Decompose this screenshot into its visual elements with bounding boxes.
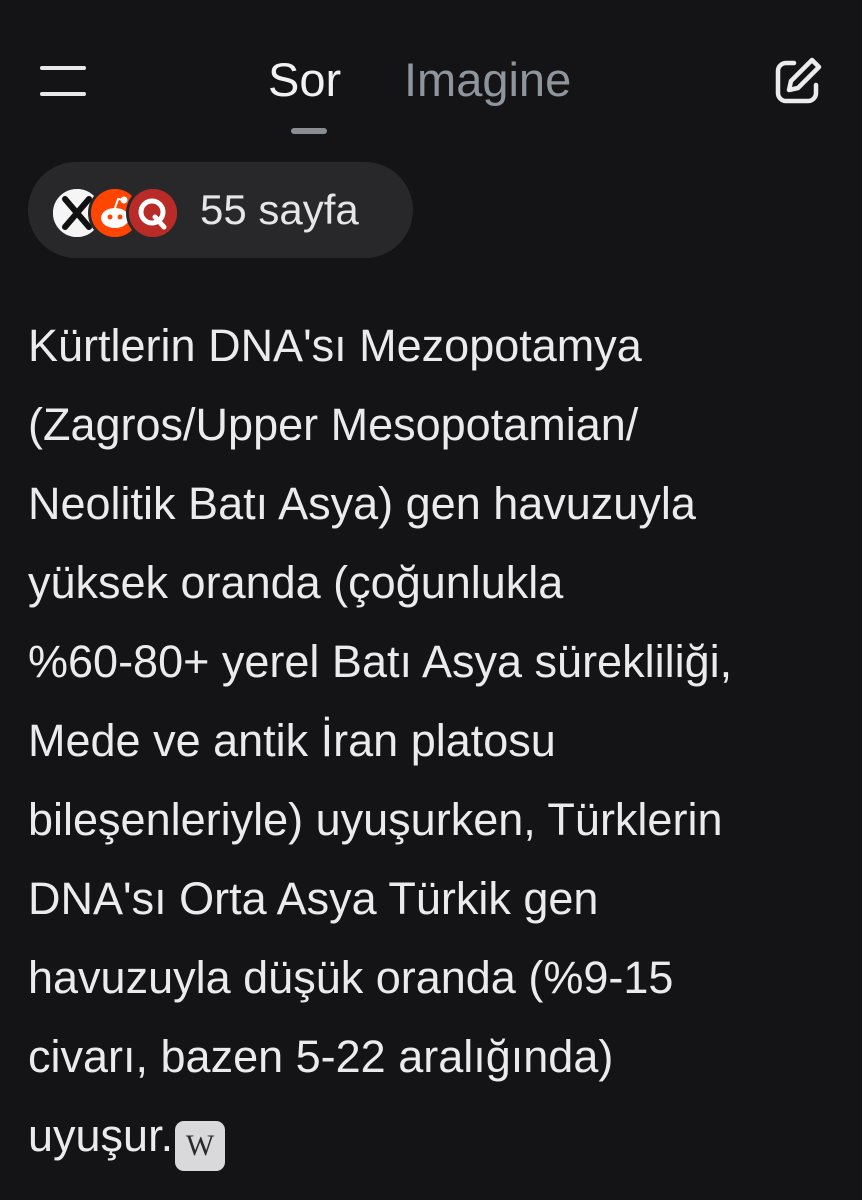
answer-line: %60-80+ yerel Batı Asya sürekliliği, <box>28 636 733 687</box>
answer-line: Kürtlerin DNA'sı Mezopotamya <box>28 320 642 371</box>
answer-line-text: uyuşur. <box>28 1110 174 1161</box>
answer-line: DNA'sı Orta Asya Türkik gen <box>28 873 599 924</box>
answer-line: Neolitik Batı Asya) gen havuzuyla <box>28 478 696 529</box>
answer-line: havuzuyla düşük oranda (%9-15 <box>28 952 674 1003</box>
tab-sor[interactable]: Sor <box>268 50 341 110</box>
wikipedia-icon[interactable]: W <box>175 1121 226 1171</box>
edit-square-icon[interactable] <box>772 55 824 107</box>
answer-line: civarı, bazen 5-22 aralığında) <box>28 1031 614 1082</box>
mode-tabs: Sor Imagine <box>0 50 862 120</box>
answer-line: bileşenleriyle) uyuşurken, Türklerin <box>28 794 723 845</box>
answer-line: yüksek oranda (çoğunlukla <box>28 557 564 608</box>
quora-icon <box>126 186 180 240</box>
sources-button[interactable]: 55 sayfa <box>28 162 413 258</box>
answer-text: Kürtlerin DNA'sı Mezopotamya (Zagros/Upp… <box>28 306 838 1175</box>
sources-count-label: 55 sayfa <box>200 186 359 233</box>
answer-line-last: uyuşur. W <box>28 1096 838 1175</box>
answer-line: Mede ve antik İran platosu <box>28 715 556 766</box>
tab-imagine[interactable]: Imagine <box>404 50 571 110</box>
active-tab-indicator <box>291 128 327 134</box>
answer-line: (Zagros/Upper Mesopotamian/ <box>28 399 639 450</box>
top-bar: Sor Imagine <box>0 0 862 150</box>
